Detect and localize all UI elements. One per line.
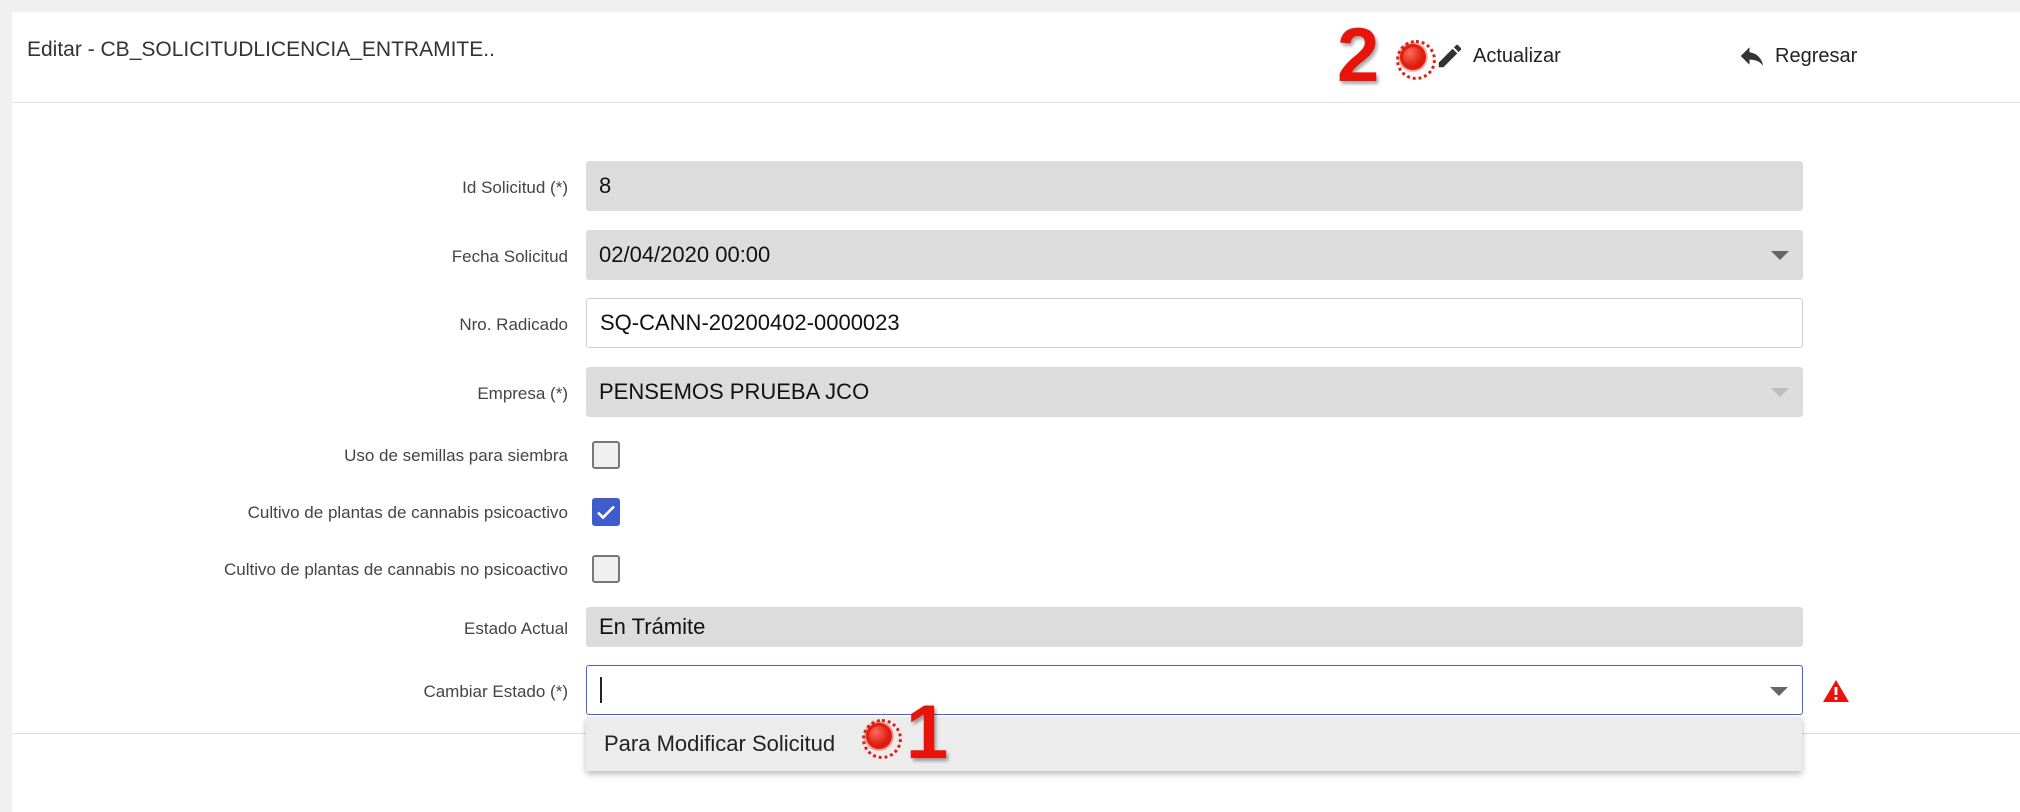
chevron-down-icon[interactable] <box>1770 687 1788 696</box>
nro-radicado-label: Nro. Radicado <box>459 315 568 334</box>
empresa-label: Empresa (*) <box>477 384 568 403</box>
dropdown-option-label: Para Modificar Solicitud <box>604 731 836 756</box>
nro-radicado-field[interactable]: SQ-CANN-20200402-0000023 <box>586 298 1803 348</box>
fecha-solicitud-field[interactable]: 02/04/2020 00:00 <box>586 230 1803 280</box>
estado-actual-value: En Trámite <box>599 614 706 639</box>
check-icon <box>597 505 615 520</box>
empresa-value: PENSEMOS PRUEBA JCO <box>599 379 870 404</box>
chevron-down-icon[interactable] <box>1771 251 1789 260</box>
cultivo-no-psicoactivo-checkbox[interactable] <box>592 555 620 583</box>
step-marker-1 <box>862 719 902 759</box>
cambiar-estado-label: Cambiar Estado (*) <box>423 682 568 701</box>
fecha-solicitud-label: Fecha Solicitud <box>451 247 568 266</box>
id-solicitud-field[interactable]: 8 <box>586 161 1803 211</box>
edit-form: Id Solicitud (*) 8 Fecha Solicitud 02/04… <box>0 0 2020 811</box>
uso-semillas-label: Uso de semillas para siembra <box>344 446 568 465</box>
nro-radicado-value: SQ-CANN-20200402-0000023 <box>600 310 900 335</box>
cultivo-no-psicoactivo-label: Cultivo de plantas de cannabis no psicoa… <box>224 560 568 579</box>
chevron-down-icon[interactable] <box>1771 388 1789 397</box>
fecha-solicitud-value: 02/04/2020 00:00 <box>599 242 771 267</box>
warning-icon <box>1823 680 1849 702</box>
dropdown-option-para-modificar[interactable]: Para Modificar Solicitud <box>586 717 1802 771</box>
empresa-field[interactable]: PENSEMOS PRUEBA JCO <box>586 367 1803 417</box>
estado-actual-field: En Trámite <box>586 607 1803 647</box>
cambiar-estado-select[interactable] <box>586 665 1803 715</box>
id-solicitud-value: 8 <box>599 173 612 198</box>
uso-semillas-checkbox[interactable] <box>592 441 620 469</box>
text-cursor <box>600 677 602 703</box>
id-solicitud-label: Id Solicitud (*) <box>462 178 568 197</box>
cultivo-psicoactivo-checkbox[interactable] <box>592 498 620 526</box>
estado-actual-label: Estado Actual <box>464 619 568 638</box>
cultivo-psicoactivo-label: Cultivo de plantas de cannabis psicoacti… <box>247 503 568 522</box>
step-number-1: 1 <box>906 690 949 775</box>
